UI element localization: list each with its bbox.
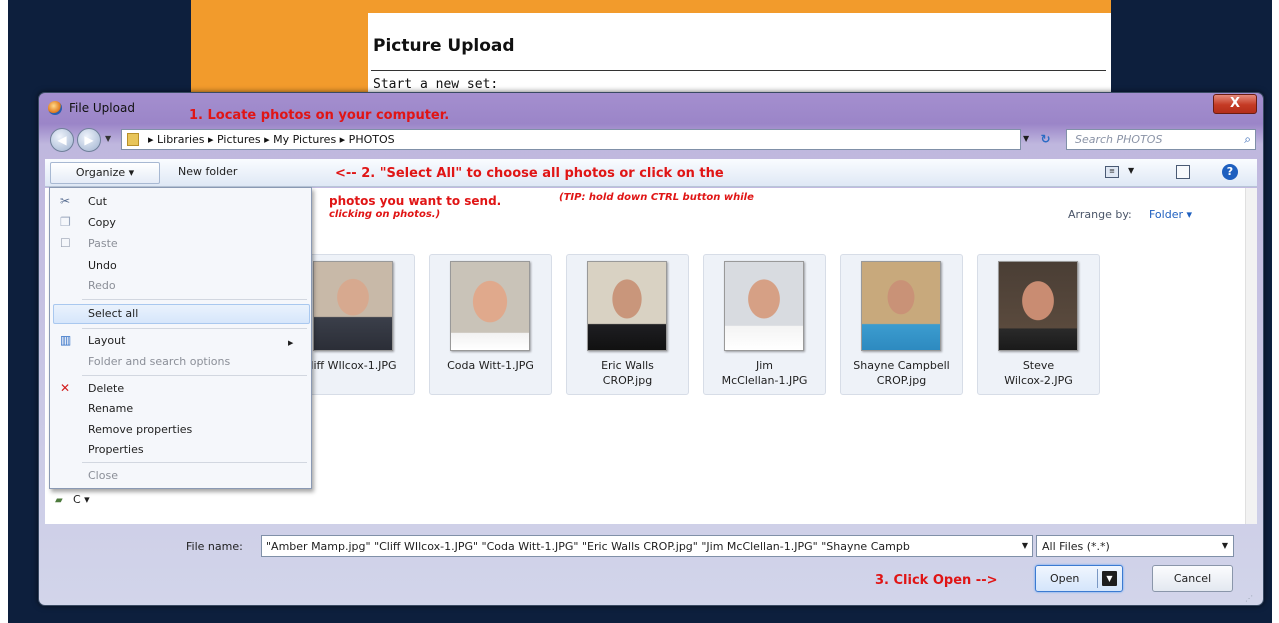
menu-separator: [82, 375, 307, 376]
scissors-icon: ✂: [60, 194, 71, 208]
file-name: liff WIlcox-1.JPG: [310, 359, 397, 372]
open-dropdown-icon[interactable]: ▼: [1102, 571, 1117, 586]
back-button[interactable]: ◀: [50, 128, 74, 152]
view-options-icon[interactable]: ≡: [1105, 166, 1119, 178]
file-type-value: All Files (*.*): [1042, 540, 1110, 553]
organize-menu: ✂ Cut ❐ Copy ☐ Paste Undo Redo Select al…: [49, 187, 312, 489]
resize-grip-icon[interactable]: ⋰: [1245, 594, 1253, 603]
file-name-label: File name:: [186, 540, 243, 553]
file-type-dropdown-icon[interactable]: ▼: [1222, 541, 1228, 550]
file-tile[interactable]: Steve Wilcox-2.JPG: [977, 254, 1100, 395]
split-divider: [1097, 569, 1098, 588]
file-name: Jim McClellan-1.JPG: [721, 359, 808, 387]
desktop-background: Picture Upload Start a new set: File Upl…: [8, 0, 1272, 623]
menu-item-select-all[interactable]: Select all: [88, 307, 138, 320]
webpage-divider: [371, 70, 1106, 71]
breadcrumb[interactable]: ▸ Libraries ▸ Pictures ▸ My Pictures ▸ P…: [148, 133, 395, 146]
annotation-step1: 1. Locate photos on your computer.: [189, 108, 450, 123]
photo-thumbnail: [450, 261, 530, 351]
nav-pane-item[interactable]: C ▾: [73, 493, 90, 506]
address-dropdown-icon[interactable]: ▼: [1023, 134, 1029, 143]
address-bar[interactable]: ▸ Libraries ▸ Pictures ▸ My Pictures ▸ P…: [121, 129, 1021, 150]
annotation-tip-continued: clicking on photos.): [329, 209, 441, 220]
preview-pane-icon[interactable]: [1176, 165, 1190, 179]
dialog-title: File Upload: [69, 101, 135, 115]
delete-icon: ✕: [60, 381, 71, 395]
file-tile[interactable]: Coda Witt-1.JPG: [429, 254, 552, 395]
annotation-tip: (TIP: hold down CTRL button while: [559, 192, 754, 203]
menu-item-close[interactable]: Close: [88, 469, 118, 482]
search-input[interactable]: Search PHOTOS ⌕: [1066, 129, 1256, 150]
recent-pages-dropdown-icon[interactable]: ▼: [105, 134, 111, 143]
menu-item-rename[interactable]: Rename: [88, 402, 133, 415]
annotation-step3: 3. Click Open -->: [875, 573, 998, 588]
cancel-button[interactable]: Cancel: [1152, 565, 1233, 592]
photo-thumbnail: [861, 261, 941, 351]
open-button-label: Open: [1050, 572, 1080, 585]
file-name: Eric Walls CROP.jpg: [601, 359, 654, 387]
computer-icon: ▰: [55, 495, 63, 506]
file-name-input[interactable]: "Amber Mamp.jpg" "Cliff WIlcox-1.JPG" "C…: [261, 535, 1033, 557]
layout-icon: ▥: [60, 333, 72, 347]
menu-item-cut[interactable]: Cut: [88, 195, 107, 208]
menu-item-remove-properties[interactable]: Remove properties: [88, 423, 192, 436]
dialog-footer: File name: "Amber Mamp.jpg" "Cliff WIlco…: [45, 525, 1257, 607]
help-icon[interactable]: ?: [1222, 164, 1238, 180]
photo-thumbnail: [998, 261, 1078, 351]
search-icon[interactable]: ⌕: [1244, 132, 1251, 147]
file-name: Shayne Campbell CROP.jpg: [853, 359, 950, 387]
menu-item-undo[interactable]: Undo: [88, 259, 117, 272]
copy-icon: ❐: [60, 215, 71, 229]
command-toolbar: Organize ▾ New folder <-- 2. "Select All…: [45, 159, 1257, 187]
webpage-subtitle: Start a new set:: [373, 77, 499, 92]
file-tile[interactable]: Jim McClellan-1.JPG: [703, 254, 826, 395]
paste-icon: ☐: [60, 236, 71, 250]
file-upload-dialog: File Upload 1. Locate photos on your com…: [38, 92, 1264, 606]
file-tile[interactable]: Eric Walls CROP.jpg: [566, 254, 689, 395]
forward-button[interactable]: ▶: [77, 128, 101, 152]
file-name: Steve Wilcox-2.JPG: [1004, 359, 1073, 387]
webpage-title: Picture Upload: [373, 36, 515, 56]
arrange-by-dropdown[interactable]: Folder ▾: [1149, 208, 1192, 221]
menu-item-delete[interactable]: Delete: [88, 382, 124, 395]
webpage-top-bar: [191, 0, 1111, 13]
photo-thumbnail: [587, 261, 667, 351]
menu-item-paste[interactable]: Paste: [88, 237, 118, 250]
file-type-select[interactable]: All Files (*.*) ▼: [1036, 535, 1234, 557]
view-dropdown-icon[interactable]: ▼: [1128, 166, 1134, 175]
file-name-dropdown-icon[interactable]: ▼: [1022, 541, 1028, 550]
search-placeholder: Search PHOTOS: [1075, 133, 1163, 146]
close-button[interactable]: X: [1213, 94, 1257, 114]
submenu-arrow-icon: ▶: [288, 339, 294, 347]
menu-item-redo[interactable]: Redo: [88, 279, 116, 292]
firefox-icon: [48, 101, 62, 115]
annotation-step2: <-- 2. "Select All" to choose all photos…: [335, 166, 724, 181]
folder-icon: [127, 133, 139, 146]
file-name: Coda Witt-1.JPG: [447, 359, 534, 372]
file-tile[interactable]: Shayne Campbell CROP.jpg: [840, 254, 963, 395]
menu-separator: [82, 462, 307, 463]
dialog-titlebar[interactable]: File Upload 1. Locate photos on your com…: [39, 93, 1263, 123]
menu-item-layout[interactable]: Layout: [88, 334, 125, 347]
menu-item-properties[interactable]: Properties: [88, 443, 144, 456]
file-name-value: "Amber Mamp.jpg" "Cliff WIlcox-1.JPG" "C…: [266, 540, 910, 553]
annotation-step2-continued: photos you want to send.: [329, 194, 502, 208]
photo-thumbnail: [313, 261, 393, 351]
address-row: ◀ ▶ ▼ ▸ Libraries ▸ Pictures ▸ My Pictur…: [39, 125, 1263, 155]
open-button[interactable]: Open ▼: [1035, 565, 1123, 592]
photo-thumbnail: [724, 261, 804, 351]
arrange-by-label: Arrange by:: [1068, 208, 1132, 221]
menu-item-folder-options[interactable]: Folder and search options: [88, 355, 230, 368]
refresh-icon[interactable]: ↻: [1036, 130, 1055, 149]
menu-separator: [82, 299, 307, 300]
menu-separator: [82, 328, 307, 329]
vertical-scrollbar[interactable]: [1245, 188, 1257, 524]
menu-item-copy[interactable]: Copy: [88, 216, 116, 229]
new-folder-button[interactable]: New folder: [178, 162, 237, 182]
organize-button[interactable]: Organize ▾: [50, 162, 160, 184]
